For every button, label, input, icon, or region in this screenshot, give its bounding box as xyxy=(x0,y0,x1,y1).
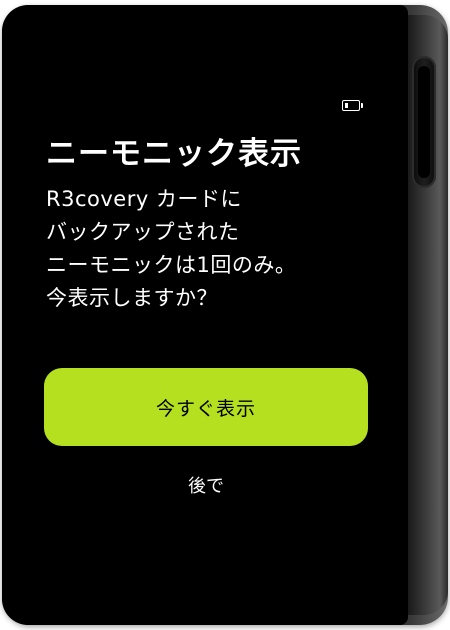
message-line-2: バックアップされた xyxy=(46,220,240,244)
battery-low-icon xyxy=(342,100,363,111)
side-button-slot xyxy=(418,66,430,178)
show-now-button[interactable]: 今すぐ表示 xyxy=(44,368,368,446)
message-line-3: ニーモニックは1回のみ。 xyxy=(46,253,297,277)
later-button[interactable]: 後で xyxy=(166,472,246,498)
battery-level-fill xyxy=(345,103,348,108)
message-line-4: 今表示しますか？ xyxy=(46,286,218,310)
page-title: ニーモニック表示 xyxy=(46,136,302,172)
message-line-1: R3covery カードに xyxy=(46,187,242,211)
mnemonic-prompt-message: R3covery カードに バックアップされた ニーモニックは1回のみ。 今表示… xyxy=(46,183,376,315)
device-screen xyxy=(2,5,408,625)
